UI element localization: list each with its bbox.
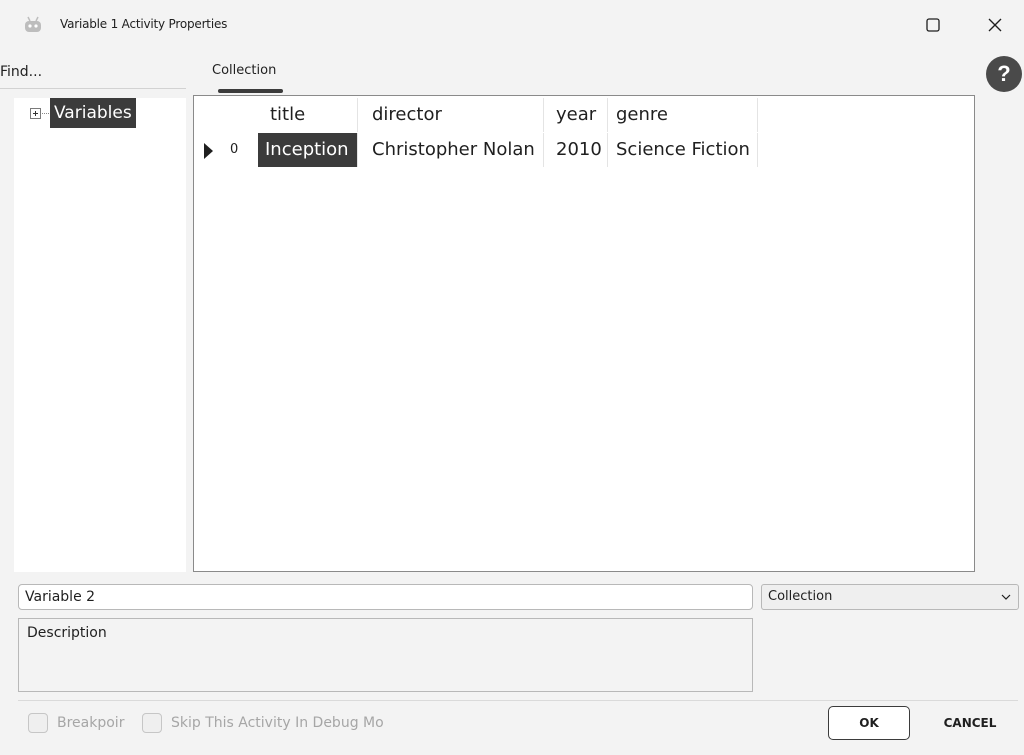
ok-button[interactable]: OK — [828, 706, 910, 740]
description-text: Description — [27, 625, 107, 641]
cell-year[interactable]: 2010 — [544, 133, 608, 167]
expand-icon[interactable] — [30, 108, 41, 119]
row-header-corner — [194, 98, 258, 132]
column-header-title[interactable]: title — [258, 98, 358, 132]
grid-header-row: title director year genre — [194, 98, 758, 132]
column-header-director[interactable]: director — [358, 98, 544, 132]
breakpoint-checkbox[interactable] — [28, 713, 48, 733]
skip-debug-checkbox[interactable] — [142, 713, 162, 733]
current-row-icon — [204, 143, 213, 159]
find-link[interactable]: Find... — [0, 64, 42, 80]
tab-active-indicator — [218, 89, 283, 93]
cell-genre[interactable]: Science Fiction — [608, 133, 758, 167]
tab-collection[interactable]: Collection — [212, 63, 276, 78]
find-divider — [0, 88, 186, 89]
cell-director[interactable]: Christopher Nolan — [358, 133, 544, 167]
help-button[interactable]: ? — [986, 56, 1022, 92]
row-index: 0 — [230, 142, 239, 157]
robot-icon — [25, 16, 41, 32]
close-button[interactable] — [980, 10, 1010, 40]
variable-type-value: Collection — [768, 589, 833, 604]
window-title: Variable 1 Activity Properties — [60, 17, 228, 31]
close-icon — [988, 18, 1002, 32]
cancel-button[interactable]: CANCEL — [930, 706, 1010, 740]
breakpoint-label: Breakpoir — [57, 715, 125, 731]
variables-tree: Variables — [14, 98, 186, 572]
skip-debug-label: Skip This Activity In Debug Mo — [171, 715, 384, 731]
help-icon: ? — [997, 61, 1011, 86]
description-field[interactable]: Description — [18, 618, 753, 692]
maximize-icon — [926, 18, 940, 32]
row-header[interactable]: 0 — [194, 133, 258, 167]
column-header-year[interactable]: year — [544, 98, 608, 132]
tree-connector — [42, 113, 49, 114]
column-header-genre[interactable]: genre — [608, 98, 758, 132]
chevron-down-icon — [1001, 594, 1011, 600]
tree-item-variables[interactable]: Variables — [50, 98, 136, 128]
footer-divider — [18, 700, 1018, 701]
title-bar: Variable 1 Activity Properties — [0, 0, 1024, 50]
table-row[interactable]: 0 Inception Christopher Nolan 2010 Scien… — [194, 133, 758, 167]
collection-grid: title director year genre 0 Inception Ch… — [193, 95, 975, 572]
variable-name-input[interactable] — [18, 584, 753, 610]
cell-title[interactable]: Inception — [258, 133, 358, 167]
variable-type-select[interactable]: Collection — [761, 584, 1019, 610]
maximize-button[interactable] — [918, 10, 948, 40]
